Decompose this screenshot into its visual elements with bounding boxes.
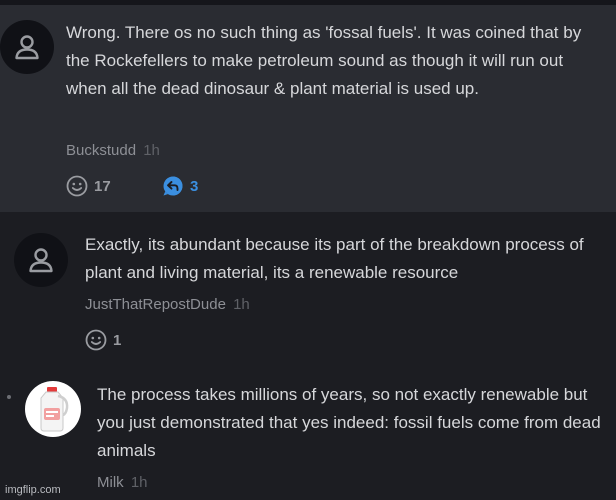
imgflip-watermark: imgflip.com: [5, 484, 61, 496]
user-avatar-1[interactable]: [0, 20, 54, 74]
author-name[interactable]: Milk: [97, 474, 124, 491]
smiley-icon: [66, 175, 88, 197]
user-avatar-2[interactable]: [14, 233, 68, 287]
reply-icon: [163, 176, 183, 196]
comment-time: 1h: [130, 474, 148, 491]
reply-button[interactable]: 3: [162, 175, 198, 197]
comment-author[interactable]: Milk 1h: [97, 474, 148, 491]
like-count: 1: [113, 331, 122, 349]
author-name[interactable]: JustThatRepostDude: [85, 296, 226, 313]
user-icon: [15, 35, 39, 60]
comment-text: Exactly, its abundant because its part o…: [85, 235, 584, 282]
reply-count: 3: [190, 177, 199, 195]
milk-jug-icon: [40, 387, 69, 432]
smiley-icon: [85, 329, 107, 351]
comment-time: 1h: [233, 296, 250, 313]
author-name[interactable]: Buckstudd: [66, 142, 136, 159]
like-reaction-button[interactable]: 1: [85, 329, 121, 351]
comment-text: The process takes millions of years, so …: [97, 385, 601, 460]
comment-time: 1h: [143, 142, 160, 159]
comment-text: Wrong. There os no such thing as 'fossal…: [66, 23, 582, 98]
user-icon: [29, 248, 53, 273]
thread-bullet: [7, 395, 11, 399]
comment-author[interactable]: Buckstudd 1h: [66, 142, 160, 159]
milk-avatar[interactable]: [25, 381, 81, 437]
comment-author[interactable]: JustThatRepostDude 1h: [85, 296, 250, 313]
like-reaction-button[interactable]: 17: [66, 175, 111, 197]
like-count: 17: [94, 177, 111, 195]
